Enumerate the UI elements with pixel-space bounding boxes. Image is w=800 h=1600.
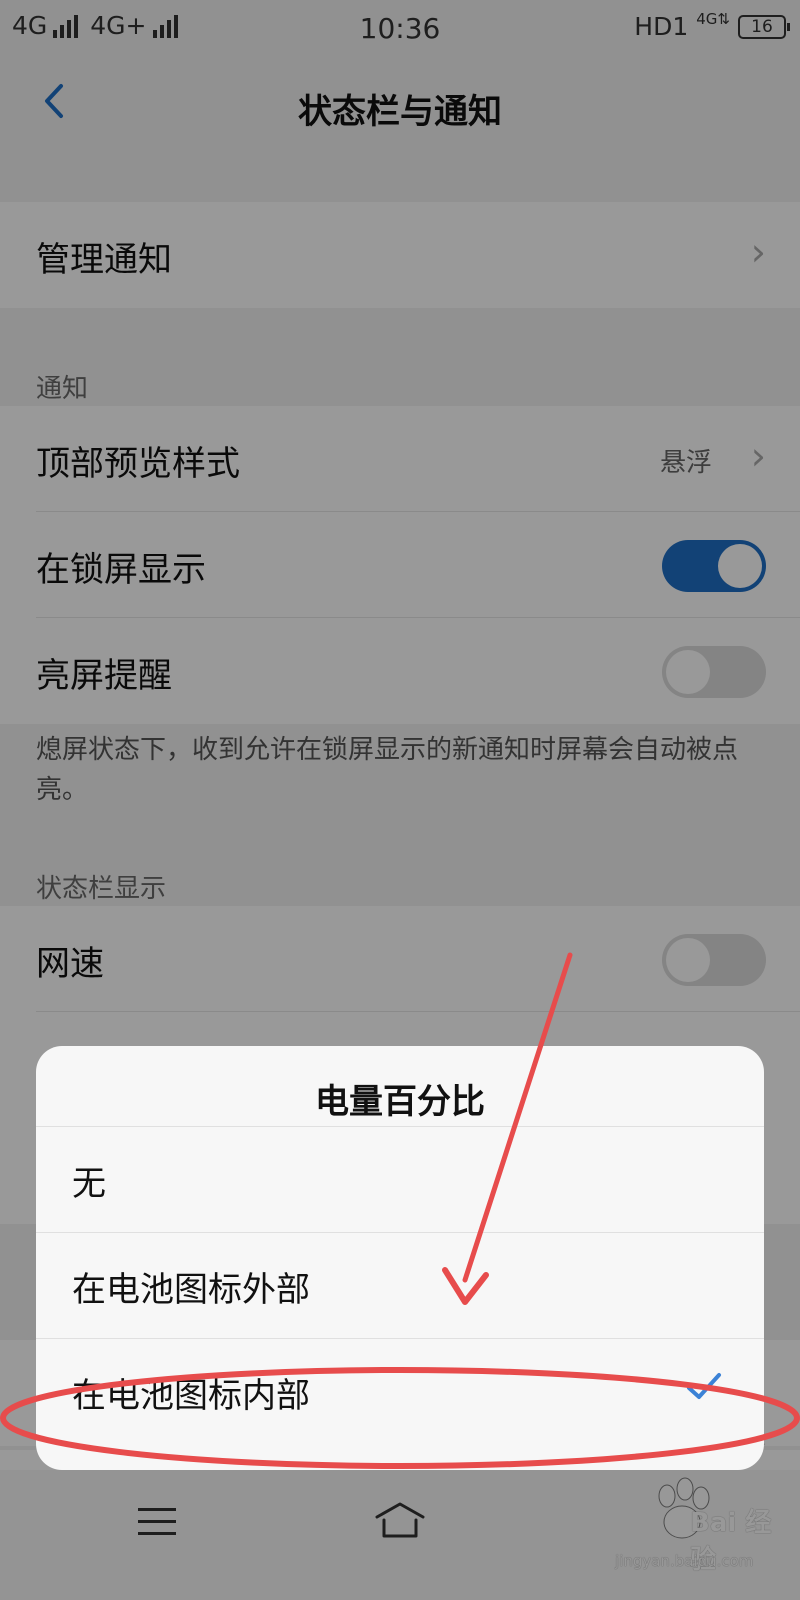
option-label: 在电池图标外部 bbox=[72, 1270, 310, 1310]
battery-option-inside[interactable]: 在电池图标内部 bbox=[36, 1338, 764, 1444]
phone-screen: 4G 4G+ 10:36 HD1 4G⇅ 16 状态栏与通知 管理通知 › 通知… bbox=[0, 0, 800, 1600]
dialog-title: 电量百分比 bbox=[315, 1082, 485, 1122]
battery-option-outside[interactable]: 在电池图标外部 bbox=[36, 1232, 764, 1338]
option-label: 在电池图标内部 bbox=[72, 1376, 310, 1416]
option-label: 无 bbox=[72, 1164, 106, 1204]
checkmark-icon bbox=[687, 1373, 721, 1399]
battery-option-none[interactable]: 无 bbox=[36, 1126, 764, 1232]
battery-percentage-dialog: 电量百分比 无 在电池图标外部 在电池图标内部 bbox=[36, 1046, 764, 1470]
